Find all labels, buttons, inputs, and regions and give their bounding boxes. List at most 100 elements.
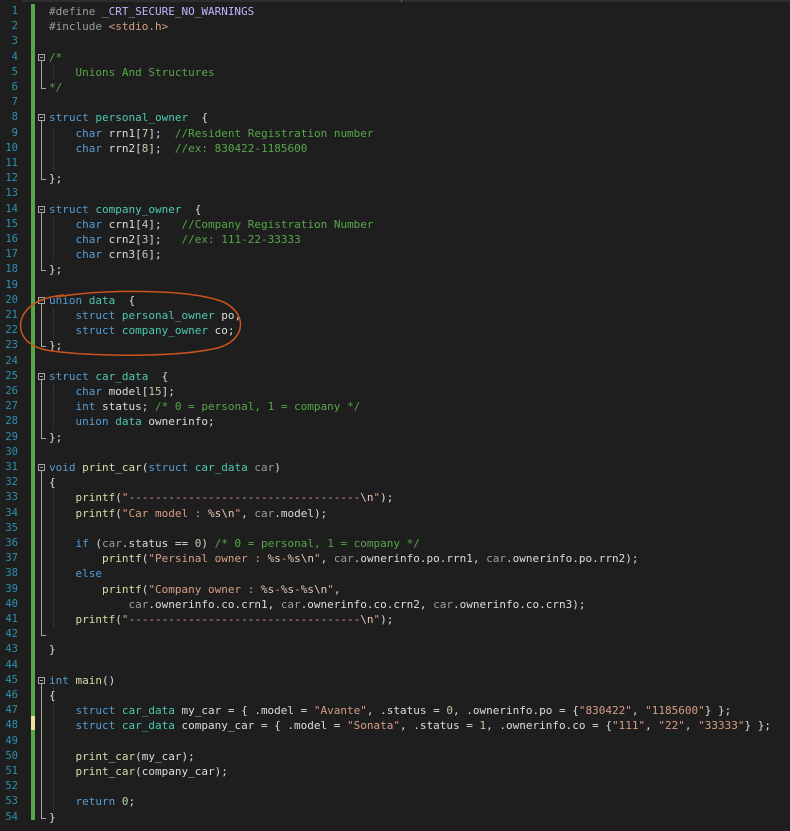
code-line[interactable]: void print_car(struct car_data car)	[49, 460, 281, 475]
highlight-circle-annotation	[19, 290, 242, 356]
code-line[interactable]: #define _CRT_SECURE_NO_WARNINGS	[49, 4, 254, 19]
code-line[interactable]: int status; /* 0 = personal, 1 = company…	[49, 399, 361, 414]
line-number: 34	[5, 506, 18, 519]
line-number: 32	[5, 476, 18, 489]
code-line[interactable]: char rrn1[7]; //Resident Registration nu…	[49, 126, 374, 141]
line-number: 3	[11, 35, 18, 48]
code-token: ,	[631, 704, 646, 718]
line-number: 2	[11, 20, 18, 33]
fold-region-line	[41, 379, 42, 438]
line-number: 45	[5, 673, 18, 686]
code-token: /* 0 = personal, 1 = company */	[214, 537, 420, 550]
code-editor[interactable]: 1 2 3 4 5 6 7 8 9 10 11 12 13 14 15 16 17 18 19 20 21 22 23 24 2…	[0, 0, 790, 831]
code-token: print_car	[82, 461, 142, 474]
code-token: {	[49, 689, 56, 702]
code-token: "Company owner :	[148, 582, 261, 596]
code-line[interactable]: printf("Company owner : %s-%s-%s\n",	[49, 582, 340, 597]
code-line[interactable]: char model[15];	[49, 384, 175, 399]
code-token: "830422"	[578, 704, 632, 718]
code-token: .model);	[274, 506, 328, 520]
code-line[interactable]: };	[49, 171, 62, 186]
code-line[interactable]: struct car_data my_car = { .model = "Ava…	[49, 703, 732, 718]
line-number: 5	[11, 65, 18, 78]
line-number: 8	[11, 111, 18, 124]
code-line[interactable]: {	[49, 475, 56, 490]
fold-region-line	[41, 471, 42, 636]
fold-region-end	[41, 817, 46, 819]
code-token: (	[115, 613, 122, 626]
collapse-toggle-icon[interactable]	[38, 464, 45, 471]
collapse-toggle-icon[interactable]	[38, 676, 45, 684]
code-token: my_car = { .model =	[181, 704, 314, 718]
collapse-toggle-icon[interactable]	[38, 53, 45, 61]
code-token: car	[433, 597, 454, 611]
code-line[interactable]: }	[49, 810, 56, 825]
code-token: //Company Registration Number	[181, 217, 374, 231]
code-token: print_car	[75, 765, 136, 778]
code-line[interactable]: printf("--------------------------------…	[49, 490, 394, 505]
code-line[interactable]: struct company_owner {	[49, 202, 201, 217]
code-line[interactable]: printf("Car model : %s\n", car.model);	[49, 506, 328, 521]
line-number: 18	[5, 263, 18, 276]
code-line[interactable]: printf("Persinal owner : %s-%s\n", car.o…	[49, 551, 639, 566]
code-line[interactable]: #include <stdio.h>	[49, 19, 168, 34]
code-token: struct	[49, 111, 96, 125]
code-token: %s	[260, 582, 275, 596]
fold-region-line	[41, 60, 42, 88]
code-line[interactable]: char crn2[3]; //ex: 111-22-33333	[49, 232, 301, 247]
code-line[interactable]: */	[49, 80, 62, 95]
code-line[interactable]: if (car.status == 0) /* 0 = personal, 1 …	[49, 536, 420, 551]
code-line[interactable]: char crn1[4]; //Company Registration Num…	[49, 217, 374, 232]
code-line[interactable]: union data ownerinfo;	[49, 414, 215, 429]
code-token: %s\n	[287, 552, 314, 566]
code-line[interactable]: print_car(my_car);	[49, 749, 195, 764]
fold-region-end	[41, 88, 46, 89]
line-number: 42	[5, 628, 18, 641]
collapse-toggle-icon[interactable]	[38, 372, 45, 380]
code-token: printf	[75, 491, 116, 505]
code-token: crn3[	[108, 248, 142, 262]
code-token: rrn2[	[108, 141, 142, 155]
line-number: 36	[5, 537, 18, 549]
code-token: );	[380, 613, 394, 626]
code-line[interactable]: char crn3[6];	[49, 247, 162, 262]
code-line[interactable]: };	[49, 430, 62, 445]
code-token: }	[49, 810, 56, 824]
code-line[interactable]: char rrn2[8]; //ex: 830422-1185600	[49, 141, 308, 156]
code-token: car	[254, 461, 275, 474]
code-line[interactable]: return 0;	[49, 794, 136, 809]
code-line[interactable]: };	[49, 262, 62, 277]
fold-region-end	[41, 270, 46, 272]
code-line[interactable]: struct car_data company_car = { .model =…	[49, 718, 771, 733]
collapse-toggle-icon[interactable]	[38, 205, 45, 213]
code-line[interactable]: /*	[49, 50, 62, 65]
code-line[interactable]: print_car(company_car);	[49, 764, 228, 779]
code-line[interactable]: {	[49, 688, 56, 703]
code-line[interactable]: else	[49, 566, 103, 581]
code-token: car_data	[194, 461, 255, 474]
code-line[interactable]: car.ownerinfo.co.crn1, car.ownerinfo.co.…	[49, 597, 585, 612]
code-token: model[	[108, 385, 149, 398]
code-token: struct	[75, 719, 122, 733]
code-token: //Resident Registration number	[174, 126, 374, 140]
collapse-toggle-icon[interactable]	[38, 114, 45, 122]
code-token: ownerinfo;	[148, 415, 215, 429]
line-number: 52	[5, 780, 18, 793]
code-line[interactable]: printf("--------------------------------…	[49, 612, 394, 627]
code-token: crn2[	[108, 233, 142, 246]
code-token: ,	[333, 582, 341, 596]
code-line[interactable]: Unions And Structures	[49, 65, 214, 80]
line-number: 51	[5, 765, 18, 777]
code-token: status;	[102, 400, 155, 414]
code-line[interactable]: struct personal_owner {	[49, 110, 208, 125]
line-number: 35	[5, 521, 18, 534]
code-line[interactable]: struct car_data {	[49, 369, 168, 384]
code-line[interactable]: int main()	[49, 673, 115, 688]
code-line[interactable]: }	[49, 642, 56, 657]
code-token: char	[75, 385, 109, 398]
